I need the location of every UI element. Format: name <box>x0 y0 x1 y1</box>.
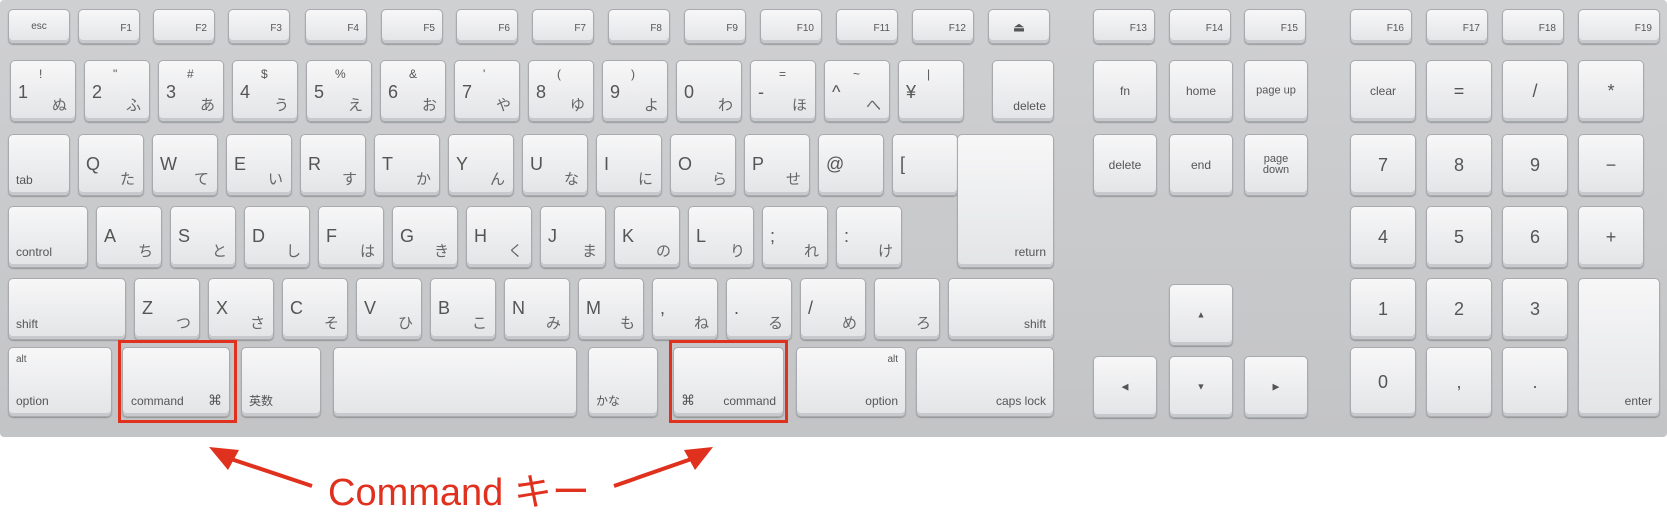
arrow-left <box>221 454 313 488</box>
arrow-right <box>613 454 701 488</box>
caption: Command キー <box>328 472 590 514</box>
arrows <box>209 447 713 488</box>
